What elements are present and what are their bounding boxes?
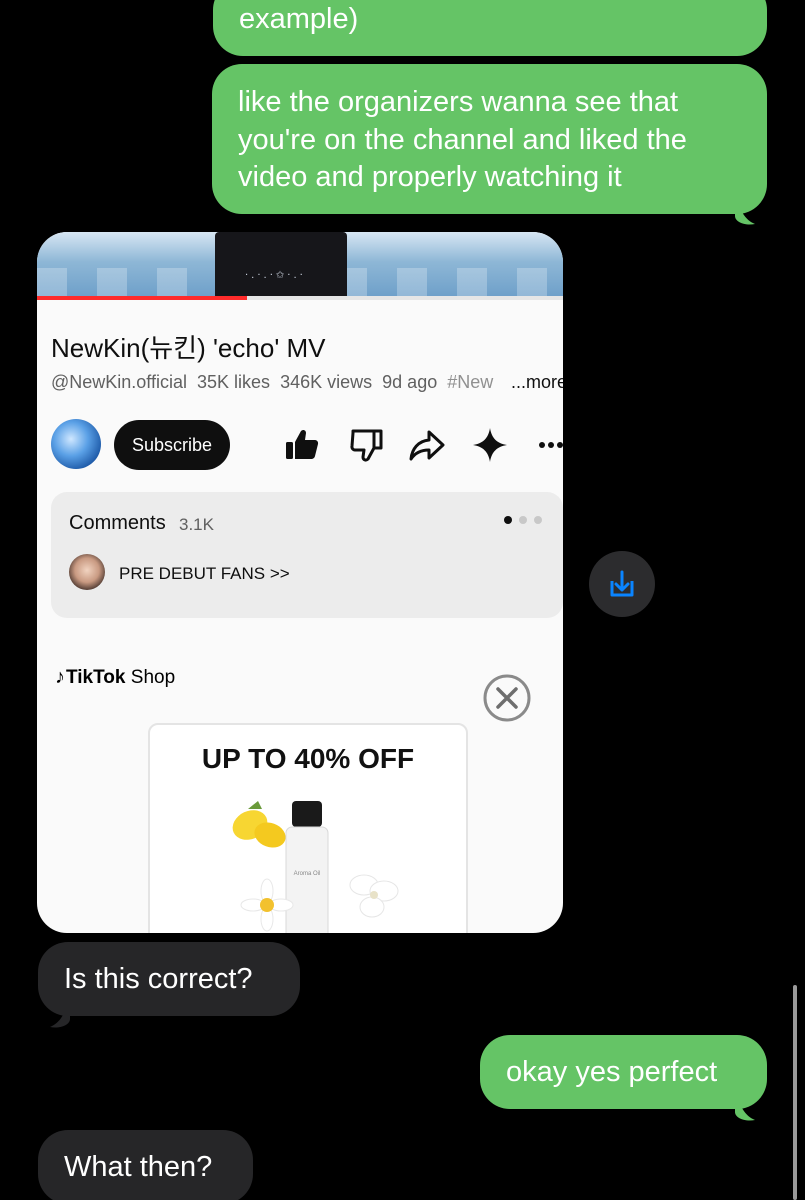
message-text: example) bbox=[239, 3, 359, 35]
sent-message[interactable]: okay yes perfect bbox=[480, 1035, 767, 1109]
subscribe-button[interactable]: Subscribe bbox=[114, 420, 230, 470]
sparkle-decoration: ·.·.·✩·.· bbox=[245, 270, 306, 281]
message-text: What then? bbox=[64, 1151, 213, 1183]
channel-avatar[interactable] bbox=[51, 419, 101, 469]
received-message[interactable]: What then? bbox=[38, 1130, 253, 1200]
dislike-icon[interactable] bbox=[347, 425, 387, 465]
view-count: 346K views bbox=[280, 372, 373, 392]
message-text: like the organizers wanna see that you'r… bbox=[238, 86, 687, 193]
attached-screenshot[interactable]: ·.·.·✩·.· NewKin(뉴킨) 'echo' MV @NewKin.o… bbox=[37, 232, 563, 933]
bubble-tail bbox=[50, 995, 70, 1028]
commenter-avatar bbox=[69, 554, 105, 590]
page-dot bbox=[504, 516, 512, 524]
top-comment-text: PRE DEBUT FANS >> bbox=[119, 564, 290, 583]
more-icon[interactable] bbox=[534, 425, 563, 465]
video-progress-bar[interactable] bbox=[37, 296, 563, 300]
ad-card[interactable]: UP TO 40% OFF Aroma Oil bbox=[148, 723, 468, 933]
bubble-tail bbox=[735, 192, 755, 225]
ad-product-image: Aroma Oil bbox=[232, 801, 399, 933]
sparkle-icon[interactable] bbox=[470, 425, 510, 465]
more-link[interactable]: ...more bbox=[509, 372, 563, 393]
bubble-tail bbox=[735, 1088, 755, 1121]
save-to-files-button[interactable] bbox=[589, 551, 655, 617]
like-count: 35K likes bbox=[197, 372, 271, 392]
ad-headline: UP TO 40% OFF bbox=[201, 743, 415, 774]
video-thumbnail[interactable]: ·.·.·✩·.· bbox=[37, 232, 563, 298]
tiktok-note-icon: ♪ bbox=[55, 666, 65, 688]
comments-label: Comments bbox=[69, 512, 166, 534]
channel-handle[interactable]: @NewKin.official bbox=[51, 372, 187, 392]
comments-count: 3.1K bbox=[179, 515, 214, 534]
comments-panel[interactable]: Comments 3.1K PRE DEBUT FANS >> bbox=[51, 492, 563, 618]
thumbnail-figure: ·.·.·✩·.· bbox=[215, 232, 347, 298]
tiktok-shop-logo: ♪TikTok Shop bbox=[55, 666, 176, 688]
like-icon[interactable] bbox=[282, 425, 322, 465]
sent-message[interactable]: like the organizers wanna see that you'r… bbox=[212, 64, 767, 214]
video-meta: @NewKin.official 35K likes 346K views 9d… bbox=[51, 372, 563, 393]
bottle-label: Aroma Oil bbox=[294, 871, 321, 877]
page-dot bbox=[534, 516, 542, 524]
message-text: Is this correct? bbox=[64, 963, 253, 995]
scroll-indicator[interactable] bbox=[793, 985, 797, 1200]
sent-message[interactable]: example) bbox=[213, 0, 767, 56]
share-icon[interactable] bbox=[407, 425, 447, 465]
received-message[interactable]: Is this correct? bbox=[38, 942, 300, 1016]
page-dot bbox=[519, 516, 527, 524]
hashtag[interactable]: #New bbox=[447, 372, 493, 392]
video-title: NewKin(뉴킨) 'echo' MV bbox=[51, 333, 326, 363]
upload-age: 9d ago bbox=[382, 372, 438, 392]
message-text: okay yes perfect bbox=[506, 1056, 718, 1088]
video-progress-fill bbox=[37, 296, 248, 300]
close-icon[interactable] bbox=[482, 673, 532, 723]
